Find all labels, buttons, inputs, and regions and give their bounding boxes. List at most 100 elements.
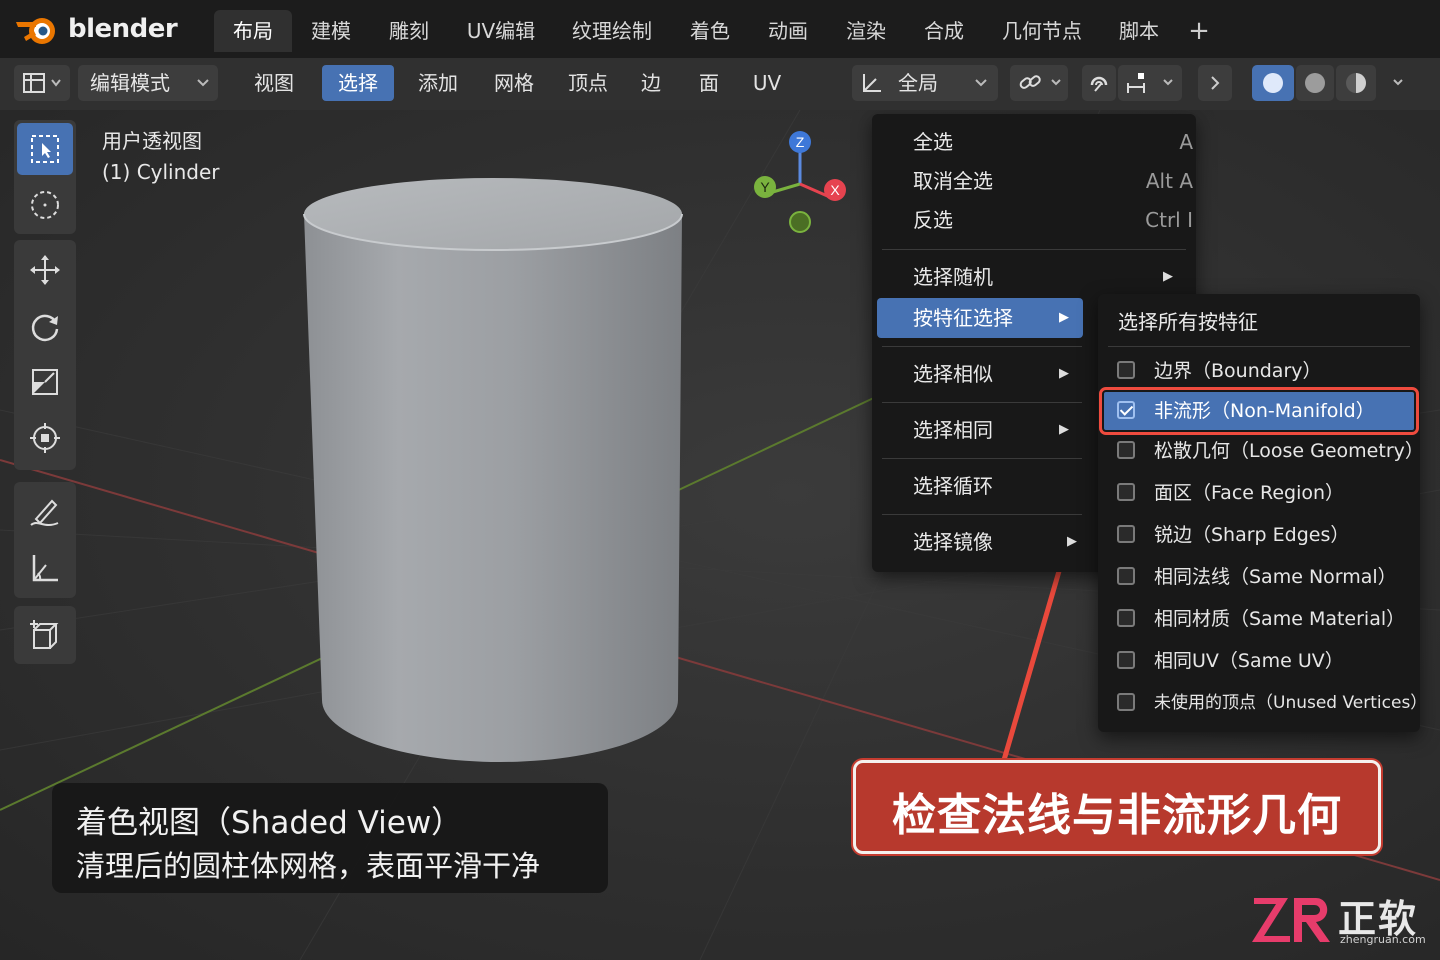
- shading-material-button[interactable]: [1296, 65, 1334, 101]
- invert-selection-item[interactable]: 反选 Ctrl I: [877, 200, 1193, 240]
- menu-select[interactable]: 选择: [322, 65, 394, 101]
- select-box-tool[interactable]: [17, 123, 73, 175]
- view-name: 用户透视图: [102, 129, 202, 153]
- add-workspace-button[interactable]: +: [1186, 10, 1212, 52]
- pivot-dropdown[interactable]: [1010, 65, 1068, 101]
- tab-geometry-nodes[interactable]: 几何节点: [990, 10, 1094, 52]
- shading-solid-button[interactable]: [1252, 65, 1294, 101]
- caption-box: 着色视图（Shaded View） 清理后的圆柱体网格，表面平滑干净: [52, 783, 608, 893]
- gizmo-z-label: Z: [796, 134, 805, 150]
- option-loose-geometry[interactable]: 松散几何（Loose Geometry）: [1104, 432, 1424, 470]
- select-random-item[interactable]: 选择随机 ▶: [877, 257, 1187, 297]
- option-sharp-edges[interactable]: 锐边（Sharp Edges）: [1104, 516, 1414, 554]
- gizmo-x-label: X: [830, 182, 840, 198]
- deselect-all-shortcut: Alt A: [1145, 169, 1193, 193]
- option-same-uv[interactable]: 相同UV（Same UV）: [1104, 642, 1414, 680]
- tab-compositing[interactable]: 合成: [912, 10, 976, 52]
- overlay-expand-button[interactable]: [1198, 65, 1232, 101]
- blender-logo[interactable]: blender: [14, 9, 178, 49]
- select-linked-item[interactable]: 选择相同 ▶: [877, 410, 1083, 450]
- select-all-by-trait-item[interactable]: 按特征选择 ▶: [877, 298, 1083, 338]
- tab-texture-paint[interactable]: 纹理绘制: [560, 10, 664, 52]
- annotate-tool[interactable]: [17, 486, 73, 538]
- link-icon: [1019, 75, 1041, 89]
- measure-tool[interactable]: [17, 542, 73, 594]
- top-bar: blender 布局 建模 雕刻 UV编辑 纹理绘制 着色 动画 渲染 合成 几…: [0, 0, 1440, 58]
- checkbox-same-uv[interactable]: [1117, 651, 1135, 669]
- scale-icon: [32, 369, 58, 395]
- annotation-banner-text: 检查法线与非流形几何: [892, 790, 1342, 841]
- watermark: 正软 zhengruan.com: [1250, 888, 1430, 952]
- viewport-header: 编辑模式 视图 选择 添加 网格 顶点 边 面 UV 全局: [0, 58, 1440, 110]
- option-boundary[interactable]: 边界（Boundary）: [1104, 352, 1414, 390]
- tab-rendering[interactable]: 渲染: [834, 10, 898, 52]
- checkbox-sharp-edges[interactable]: [1117, 525, 1135, 543]
- tab-modeling[interactable]: 建模: [298, 10, 364, 52]
- mode-dropdown[interactable]: 编辑模式: [78, 65, 218, 101]
- tab-layout[interactable]: 布局: [214, 10, 292, 52]
- zr-logo-icon: [1252, 898, 1330, 942]
- chevron-down-icon: [197, 79, 209, 87]
- orientation-icon: [863, 74, 881, 92]
- option-same-normal[interactable]: 相同法线（Same Normal）: [1104, 558, 1414, 596]
- tab-animation[interactable]: 动画: [756, 10, 820, 52]
- checkbox-same-normal[interactable]: [1117, 567, 1135, 585]
- editor-type-icon: [23, 73, 61, 93]
- menu-view[interactable]: 视图: [238, 65, 310, 101]
- tab-uv-editing[interactable]: UV编辑: [458, 10, 544, 52]
- magnet-icon: [1090, 76, 1108, 92]
- checkbox-same-material[interactable]: [1117, 609, 1135, 627]
- snap-toggle[interactable]: [1082, 65, 1116, 101]
- checkbox-loose-geometry[interactable]: [1117, 441, 1135, 459]
- submenu-arrow-icon: ▶: [1059, 422, 1069, 437]
- select-box-icon: [31, 135, 59, 163]
- checkbox-non-manifold[interactable]: [1117, 401, 1135, 419]
- deselect-all-item[interactable]: 取消全选 Alt A: [877, 161, 1193, 201]
- submenu-arrow-icon: ▶: [1067, 534, 1077, 549]
- option-non-manifold[interactable]: 非流形（Non-Manifold）: [1099, 387, 1419, 435]
- menu-add[interactable]: 添加: [402, 65, 474, 101]
- checkbox-boundary[interactable]: [1117, 361, 1135, 379]
- select-all-item[interactable]: 全选 A: [877, 122, 1193, 162]
- tab-shading[interactable]: 着色: [678, 10, 742, 52]
- move-tool[interactable]: [17, 244, 73, 296]
- navigation-gizmo[interactable]: Z Y X: [746, 128, 856, 238]
- scale-tool[interactable]: [17, 356, 73, 408]
- select-mirror-item[interactable]: 选择镜像 ▶: [877, 522, 1083, 562]
- select-circle-tool[interactable]: [17, 179, 73, 231]
- menu-uv[interactable]: UV: [742, 65, 792, 101]
- rotate-icon: [31, 314, 59, 342]
- cylinder-body: [304, 214, 682, 762]
- sphere-material-icon: [1305, 73, 1325, 93]
- add-cube-tool[interactable]: [17, 609, 73, 661]
- active-object-name: (1) Cylinder: [102, 160, 220, 184]
- checkbox-unused-vertices[interactable]: [1117, 693, 1135, 711]
- option-unused-vertices[interactable]: 未使用的顶点（Unused Vertices）: [1104, 684, 1427, 722]
- snap-target-dropdown[interactable]: [1118, 65, 1182, 101]
- watermark-url: zhengruan.com: [1340, 933, 1426, 946]
- annotation-banner: 检查法线与非流形几何: [853, 760, 1381, 854]
- transform-tool[interactable]: [17, 412, 73, 464]
- checkbox-face-region[interactable]: [1117, 483, 1135, 501]
- 3d-viewport[interactable]: 用户透视图 (1) Cylinder Z Y X 全选 A 取消全选 Alt A…: [0, 110, 1440, 960]
- tab-scripting[interactable]: 脚本: [1106, 10, 1172, 52]
- select-loops-item[interactable]: 选择循环: [877, 466, 1083, 506]
- editor-type-button[interactable]: [14, 65, 70, 101]
- shading-rendered-button[interactable]: [1336, 65, 1376, 101]
- shading-options-dropdown[interactable]: [1384, 65, 1412, 101]
- orientation-label: 全局: [898, 71, 938, 95]
- menu-vertex[interactable]: 顶点: [552, 65, 624, 101]
- transform-icon: [30, 423, 60, 453]
- chevron-down-icon: [1051, 79, 1061, 86]
- tab-sculpting[interactable]: 雕刻: [376, 10, 442, 52]
- menu-mesh[interactable]: 网格: [478, 65, 550, 101]
- option-same-material[interactable]: 相同材质（Same Material）: [1104, 600, 1414, 638]
- menu-face[interactable]: 面: [686, 65, 732, 101]
- menu-edge[interactable]: 边: [628, 65, 674, 101]
- chevron-down-icon: [1393, 79, 1403, 86]
- transform-orientation-dropdown[interactable]: 全局: [852, 65, 998, 101]
- rotate-tool[interactable]: [17, 300, 73, 352]
- option-face-region[interactable]: 面区（Face Region）: [1104, 474, 1414, 512]
- submenu-arrow-icon: ▶: [1059, 366, 1069, 381]
- select-similar-item[interactable]: 选择相似 ▶: [877, 354, 1083, 394]
